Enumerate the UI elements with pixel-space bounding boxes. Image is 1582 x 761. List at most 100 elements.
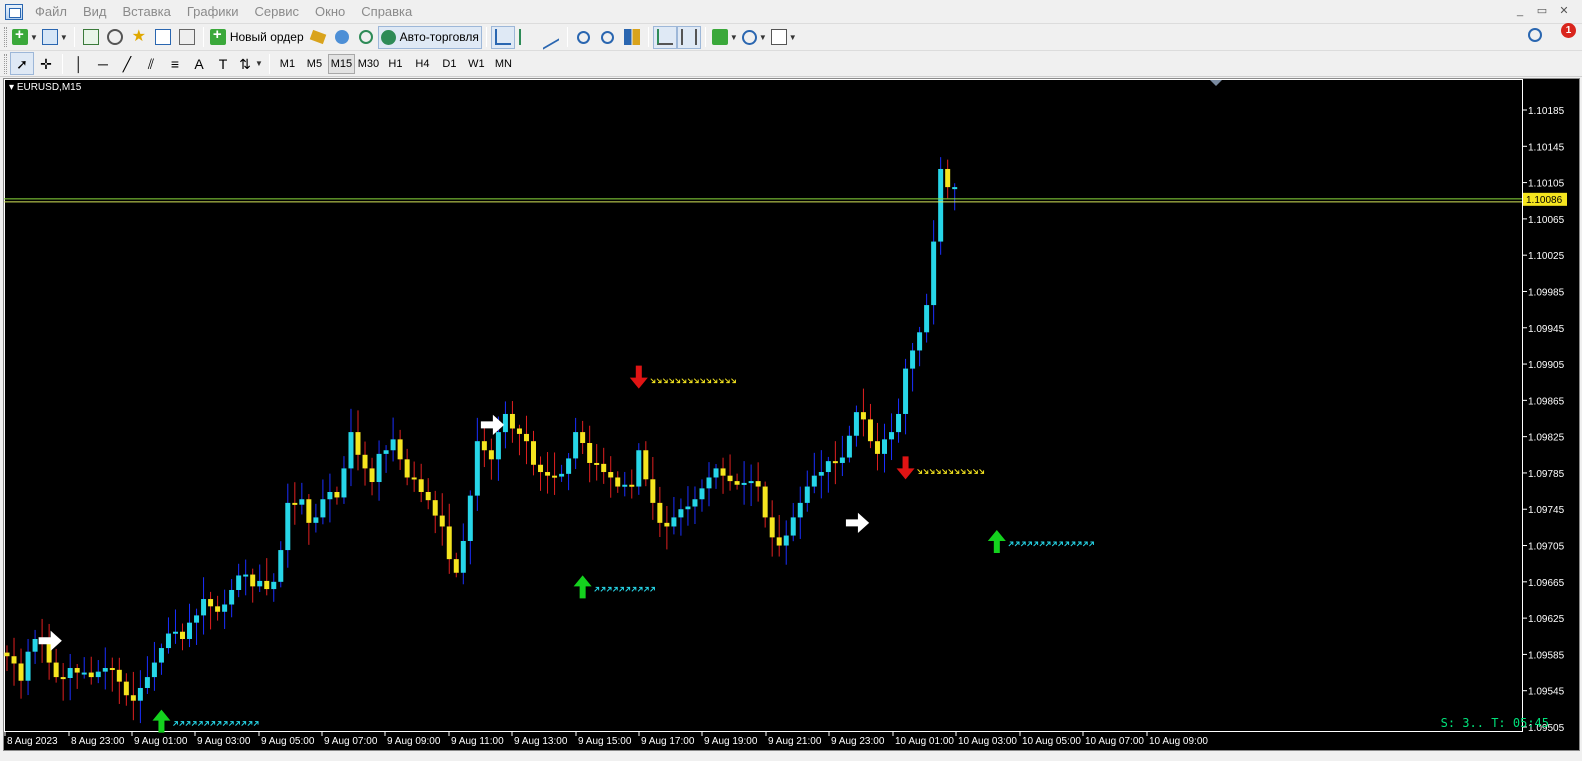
toolbar-grip[interactable] bbox=[4, 27, 7, 47]
signal-trail-mark bbox=[253, 721, 259, 727]
autotrading-button[interactable]: Авто-торговля bbox=[377, 25, 482, 49]
candle-body bbox=[671, 517, 677, 527]
menu-window[interactable]: Окно bbox=[307, 0, 353, 23]
market-watch-button[interactable] bbox=[79, 26, 103, 49]
restore-button[interactable]: ▭ bbox=[1534, 4, 1550, 18]
timeframe-h4[interactable]: H4 bbox=[409, 54, 436, 74]
signal-trail-mark bbox=[948, 469, 954, 474]
price-chart[interactable]: 1.10185 1.10145 1.10105 1.10065 1.10025 1.099… bbox=[4, 79, 1579, 750]
app-icon[interactable] bbox=[5, 3, 23, 20]
navigator-button[interactable]: ★ bbox=[127, 26, 151, 49]
toolbar-separator bbox=[485, 27, 487, 47]
text-label-button[interactable]: T bbox=[211, 52, 235, 75]
new-chart-button[interactable]: ▼ bbox=[10, 26, 40, 49]
terminal-button[interactable] bbox=[151, 26, 175, 49]
timeframe-w1[interactable]: W1 bbox=[463, 54, 490, 74]
signal-trail-mark bbox=[966, 469, 972, 474]
indicators-button[interactable]: ▼ bbox=[710, 26, 740, 49]
channel-button[interactable]: ⫽ bbox=[139, 52, 163, 75]
y-tick-label: 1.09905 bbox=[1528, 360, 1565, 371]
zoom-in-button[interactable] bbox=[572, 26, 596, 49]
bar-chart-button[interactable] bbox=[490, 25, 515, 49]
signal-trail-mark bbox=[612, 586, 618, 592]
candle-body bbox=[790, 517, 796, 536]
signal-trail-mark bbox=[1014, 541, 1020, 547]
strategy-tester-button[interactable] bbox=[175, 26, 199, 49]
y-tick-label: 1.09985 bbox=[1528, 287, 1565, 298]
candle-body bbox=[657, 502, 663, 523]
trendline-button[interactable]: ╱ bbox=[115, 52, 139, 75]
vertical-line-button[interactable]: │ bbox=[67, 52, 91, 75]
chart-shift-button[interactable] bbox=[676, 25, 701, 49]
signals-button[interactable] bbox=[354, 26, 378, 49]
candle-body bbox=[650, 479, 656, 503]
line-chart-button[interactable] bbox=[539, 24, 563, 50]
timeframe-m30[interactable]: M30 bbox=[355, 54, 382, 74]
horizontal-line-button[interactable]: ─ bbox=[91, 52, 115, 75]
timeframe-h1[interactable]: H1 bbox=[382, 54, 409, 74]
autoscroll-button[interactable] bbox=[652, 25, 677, 49]
x-tick-label: 9 Aug 01:00 bbox=[134, 736, 188, 747]
metaeditor-icon bbox=[309, 29, 326, 45]
timeframe-m15[interactable]: M15 bbox=[327, 53, 355, 74]
y-tick-label: 1.10065 bbox=[1528, 215, 1565, 226]
menu-charts[interactable]: Графики bbox=[179, 0, 247, 23]
signal-trail-mark bbox=[247, 721, 253, 727]
menu-insert[interactable]: Вставка bbox=[115, 0, 179, 23]
x-tick-label: 9 Aug 05:00 bbox=[261, 736, 315, 747]
menu-tools[interactable]: Сервис bbox=[247, 0, 308, 23]
crosshair-button[interactable]: ✛ bbox=[34, 52, 58, 75]
cursor-button[interactable]: ➚ bbox=[10, 52, 34, 75]
crosshair-icon: ✛ bbox=[40, 55, 52, 72]
timeframe-mn[interactable]: MN bbox=[490, 54, 517, 74]
text-button[interactable]: A bbox=[187, 52, 211, 75]
metaeditor-button[interactable] bbox=[306, 26, 330, 49]
x-tick-label: 9 Aug 09:00 bbox=[387, 736, 441, 747]
timeframe-m5[interactable]: M5 bbox=[301, 54, 328, 74]
data-window-button[interactable] bbox=[103, 26, 127, 49]
candle-body bbox=[818, 472, 824, 476]
search-icon[interactable] bbox=[1528, 28, 1542, 42]
candle-body bbox=[432, 500, 438, 516]
candle-body bbox=[320, 499, 326, 518]
signal-trail-mark bbox=[185, 721, 191, 727]
timeframe-m1[interactable]: M1 bbox=[274, 54, 301, 74]
candle-body bbox=[250, 574, 256, 587]
x-tick-label: 9 Aug 19:00 bbox=[704, 736, 758, 747]
candle-body bbox=[853, 412, 859, 436]
candle-body bbox=[825, 461, 831, 473]
x-tick-label: 9 Aug 21:00 bbox=[768, 736, 822, 747]
menu-help[interactable]: Справка bbox=[353, 0, 420, 23]
signal-arrow-up bbox=[152, 709, 171, 733]
timeframe-d1[interactable]: D1 bbox=[436, 54, 463, 74]
profiles-button[interactable]: ▼ bbox=[40, 26, 70, 49]
community-button[interactable] bbox=[330, 26, 354, 49]
horizontal-line-icon: ─ bbox=[98, 55, 108, 72]
tile-windows-button[interactable] bbox=[620, 26, 644, 49]
toolbar-separator bbox=[647, 27, 649, 47]
zoom-out-button[interactable] bbox=[596, 26, 620, 49]
toolbar-grip[interactable] bbox=[4, 53, 7, 74]
drawing-toolbar: ➚ ✛ │ ─ ╱ ⫽ ≡ A T ⇅ ▼ M1 M5 M15 M30 H1 H4… bbox=[0, 50, 1582, 77]
new-order-button[interactable]: Новый ордер bbox=[208, 26, 306, 49]
candlestick-button[interactable] bbox=[515, 26, 539, 49]
menu-view[interactable]: Вид bbox=[75, 0, 115, 23]
candle-body bbox=[18, 663, 24, 681]
candle-body bbox=[832, 461, 838, 464]
candle-body bbox=[580, 432, 586, 443]
arrows-button[interactable]: ⇅ ▼ bbox=[235, 52, 265, 75]
chart-window[interactable]: 1.10185 1.10145 1.10105 1.10065 1.10025 1.099… bbox=[3, 78, 1580, 751]
menu-file[interactable]: Файл bbox=[27, 0, 75, 23]
close-button[interactable]: ✕ bbox=[1556, 4, 1572, 18]
templates-button[interactable]: ▼ bbox=[769, 26, 799, 49]
candle-body bbox=[180, 631, 185, 639]
candle-body bbox=[215, 606, 221, 612]
chart-symbol-label: EURUSD,M15 bbox=[16, 82, 82, 93]
minimize-button[interactable]: _ bbox=[1512, 4, 1528, 18]
fibonacci-button[interactable]: ≡ bbox=[163, 52, 187, 75]
periods-button[interactable]: ▼ bbox=[740, 26, 769, 49]
candle-body bbox=[348, 432, 354, 469]
signal-trail-mark bbox=[1076, 541, 1082, 547]
candle-body bbox=[867, 419, 873, 442]
notifications-button[interactable]: 1 bbox=[1554, 23, 1576, 45]
